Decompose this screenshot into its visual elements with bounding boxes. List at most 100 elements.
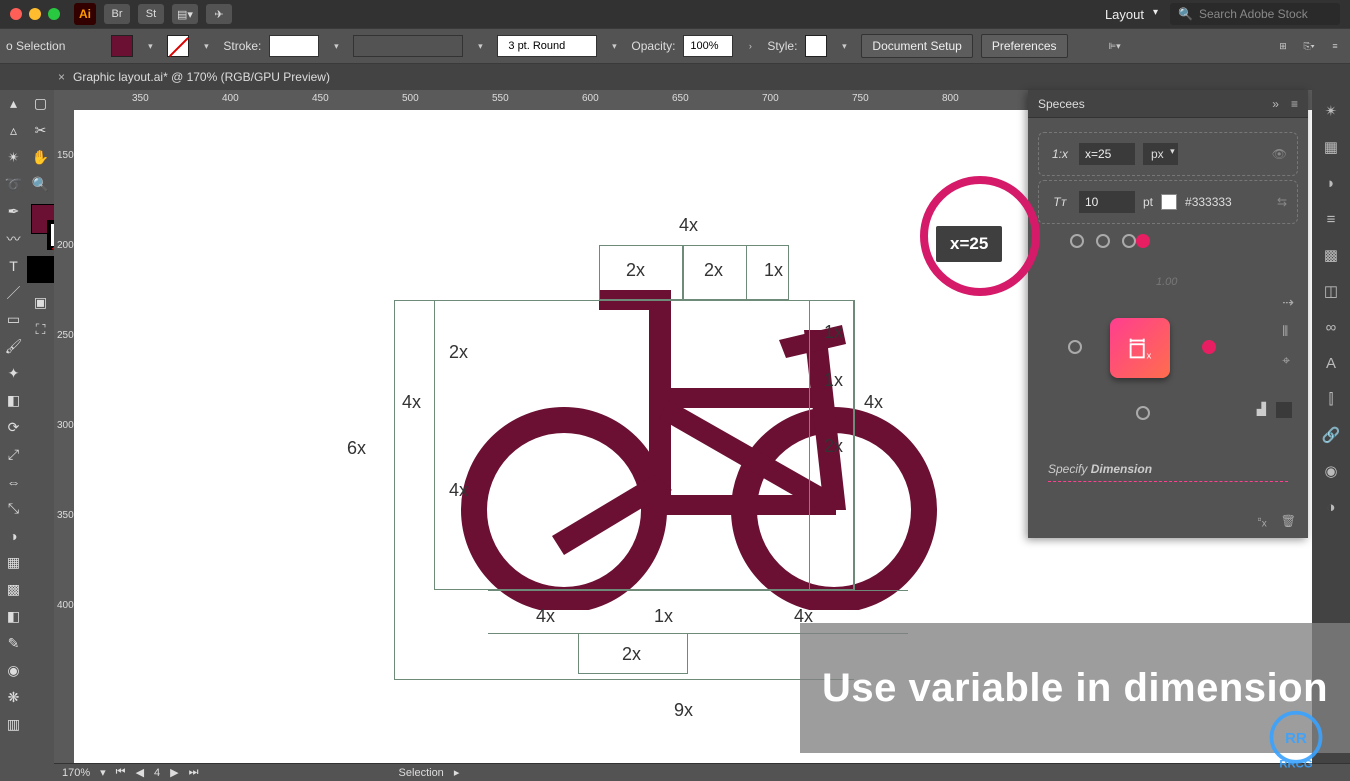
zoom-window[interactable] xyxy=(48,8,60,20)
document-setup-button[interactable]: Document Setup xyxy=(861,34,972,58)
dock-layers-icon[interactable]: ◑ xyxy=(1320,496,1342,518)
opt-coord-icon[interactable]: ⌖ xyxy=(1282,352,1294,369)
eyedropper-tool[interactable]: ✎ xyxy=(0,630,27,657)
gradient-tool[interactable]: ◧ xyxy=(0,603,27,630)
preferences-button[interactable]: Preferences xyxy=(981,34,1068,58)
stroke-weight-dd[interactable]: ▾ xyxy=(327,35,345,57)
dock-links-icon[interactable]: 🔗 xyxy=(1320,424,1342,446)
anchor-bottom[interactable] xyxy=(1136,406,1150,420)
dock-color-icon[interactable]: ▦ xyxy=(1320,136,1342,158)
tab-title[interactable]: Graphic layout.ai* @ 170% (RGB/GPU Previ… xyxy=(73,70,330,84)
font-color-swatch[interactable] xyxy=(1161,194,1177,210)
stock-button[interactable]: St xyxy=(138,4,164,24)
anchor-right-active[interactable] xyxy=(1202,340,1216,354)
nav-prev-icon[interactable]: ◀ xyxy=(136,766,144,779)
screen-mode[interactable]: ⛶ xyxy=(27,316,54,343)
perspective-tool[interactable]: ▦ xyxy=(0,549,27,576)
opacity-field[interactable]: 100% xyxy=(683,35,733,57)
stroke-swatch[interactable] xyxy=(167,35,189,57)
status-mode-dd[interactable]: ▸ xyxy=(454,766,460,779)
opt-distribute-icon[interactable]: ⫴ xyxy=(1282,323,1294,340)
anchor-top-right[interactable] xyxy=(1122,234,1136,248)
shaper-tool[interactable]: ✦ xyxy=(0,360,27,387)
dock-appearance-icon[interactable]: ◉ xyxy=(1320,460,1342,482)
brush-field[interactable]: 3 pt. Round xyxy=(497,35,597,57)
workspace-switcher[interactable]: Layout xyxy=(1095,3,1162,26)
graph-tool[interactable]: ▥ xyxy=(0,711,27,738)
panel-title[interactable]: Specees xyxy=(1038,97,1085,111)
panel-collapse-icon[interactable]: » xyxy=(1272,97,1279,111)
symbol-sprayer-tool[interactable]: ❋ xyxy=(0,684,27,711)
var-width-dd[interactable]: ▾ xyxy=(471,35,489,57)
dock-gradient-icon[interactable]: ◗ xyxy=(1320,172,1342,194)
tab-close-icon[interactable]: × xyxy=(58,70,65,84)
type-tool[interactable]: T xyxy=(0,252,27,279)
panel-menu[interactable]: ≡ xyxy=(1326,35,1344,57)
nav-last-icon[interactable]: ⏭ xyxy=(189,766,199,779)
stock-search[interactable]: 🔍 Search Adobe Stock xyxy=(1170,3,1340,25)
rectangle-tool[interactable]: ▭ xyxy=(0,306,27,333)
fill-dd[interactable]: ▾ xyxy=(141,35,159,57)
hand-tool[interactable]: ✋ xyxy=(27,144,54,171)
settings-icon[interactable]: ⇆ xyxy=(1277,195,1287,209)
draw-mode[interactable]: ▣ xyxy=(27,289,54,316)
width-tool[interactable]: ⇔ xyxy=(0,468,27,495)
dock-swatches-icon[interactable]: ▩ xyxy=(1320,244,1342,266)
spec-dimension-button[interactable]: x xyxy=(1110,318,1170,378)
minimize-window[interactable] xyxy=(29,8,41,20)
free-transform-tool[interactable]: ⤡ xyxy=(0,495,27,522)
dock-properties-icon[interactable]: ✴ xyxy=(1320,100,1342,122)
var-width-profile[interactable] xyxy=(353,35,463,57)
close-window[interactable] xyxy=(10,8,22,20)
anchor-up-active[interactable] xyxy=(1136,234,1150,248)
font-size-input[interactable] xyxy=(1079,191,1135,213)
footer-dimension-icon[interactable]: ▫x xyxy=(1258,512,1267,529)
anchor-left[interactable] xyxy=(1068,340,1082,354)
paintbrush-tool[interactable]: 🖌 xyxy=(0,333,27,360)
anchor-top-left[interactable] xyxy=(1070,234,1084,248)
arrange-button[interactable]: ▤▾ xyxy=(172,4,198,24)
opt-spacing-icon[interactable]: ⇢ xyxy=(1282,294,1294,311)
panel-menu-icon[interactable]: ≡ xyxy=(1291,97,1298,111)
stroke-weight-field[interactable] xyxy=(269,35,319,57)
dock-cc-icon[interactable]: ∞ xyxy=(1320,316,1342,338)
ruler-vertical[interactable]: 150 200 250 300 350 400 xyxy=(54,110,74,763)
align-color-swatch[interactable] xyxy=(1276,402,1292,418)
window-controls[interactable] xyxy=(10,8,60,20)
zoom-dd[interactable]: ▾ xyxy=(100,766,106,779)
isolate-button[interactable]: ⎘▾ xyxy=(1300,35,1318,57)
gpu-button[interactable]: ✈ xyxy=(206,4,232,24)
eraser-tool[interactable]: ◧ xyxy=(0,387,27,414)
artboard-number[interactable]: 4 xyxy=(154,767,160,779)
anchor-top-mid[interactable] xyxy=(1096,234,1110,248)
pen-tool[interactable]: ✒ xyxy=(0,198,27,225)
artboard-tool[interactable]: ▢ xyxy=(27,90,54,117)
lasso-tool[interactable]: ➰ xyxy=(0,171,27,198)
blend-tool[interactable]: ◉ xyxy=(0,657,27,684)
dock-pathfinder-icon[interactable]: ◫ xyxy=(1320,280,1342,302)
rotate-tool[interactable]: ⟳ xyxy=(0,414,27,441)
fill-swatch[interactable] xyxy=(111,35,133,57)
selection-tool[interactable]: ▴ xyxy=(0,90,27,117)
align-end-icon[interactable]: ▟ xyxy=(1257,402,1266,418)
mesh-tool[interactable]: ▩ xyxy=(0,576,27,603)
slice-tool[interactable]: ✂ xyxy=(27,117,54,144)
nav-first-icon[interactable]: ⏮ xyxy=(116,766,126,779)
variable-unit[interactable]: px xyxy=(1143,143,1178,165)
visibility-icon[interactable]: 👁 xyxy=(1272,147,1287,161)
dock-stroke-icon[interactable]: ≡ xyxy=(1320,208,1342,230)
brush-dd[interactable]: ▾ xyxy=(605,35,623,57)
shape-builder-tool[interactable]: ◑ xyxy=(0,522,27,549)
bridge-button[interactable]: Br xyxy=(104,4,130,24)
variable-input[interactable] xyxy=(1079,143,1135,165)
zoom-level[interactable]: 170% xyxy=(62,767,90,779)
line-tool[interactable]: ／ xyxy=(0,279,27,306)
align-button[interactable]: ⊫▾ xyxy=(1104,35,1126,57)
scale-tool[interactable]: ⤢ xyxy=(0,441,27,468)
dock-type-icon[interactable]: A xyxy=(1320,352,1342,374)
color-mode-solid[interactable] xyxy=(27,256,54,283)
curvature-tool[interactable]: 〰 xyxy=(0,225,27,252)
direct-selection-tool[interactable]: ▵ xyxy=(0,117,27,144)
stroke-dd[interactable]: ▾ xyxy=(197,35,215,57)
style-dd[interactable]: ▾ xyxy=(835,35,853,57)
